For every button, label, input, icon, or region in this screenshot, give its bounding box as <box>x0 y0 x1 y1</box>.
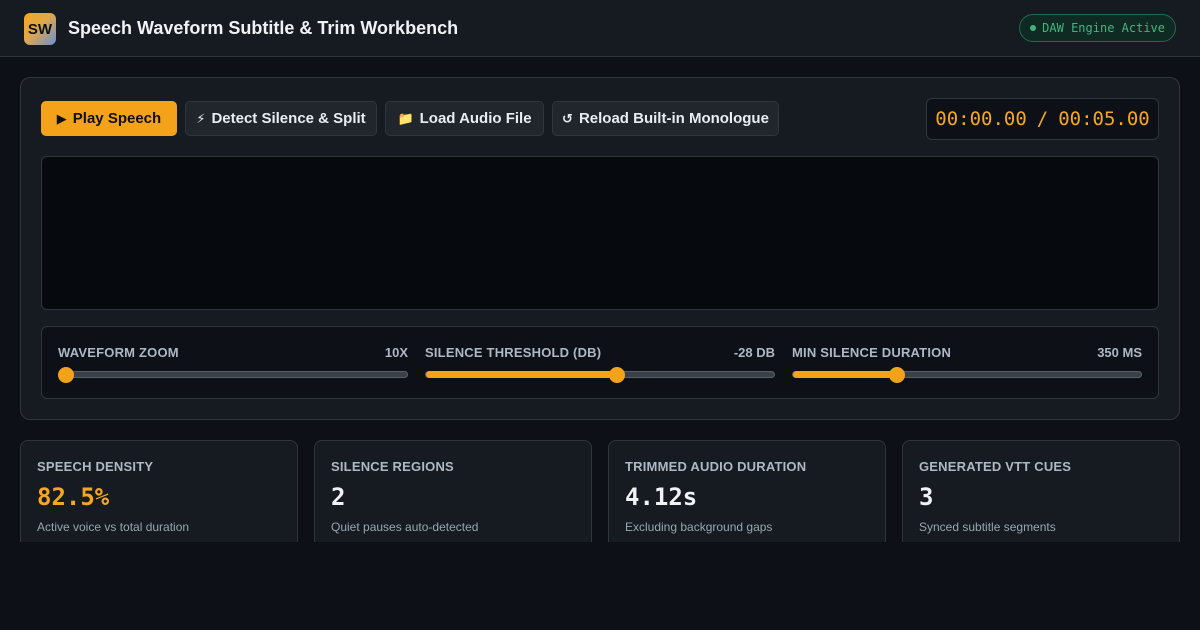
stat-card-speech-density: Speech Density 82.5% Active voice vs tot… <box>20 440 298 550</box>
stat-description: Synced subtitle segments <box>919 520 1056 534</box>
waveform-canvas[interactable] <box>41 156 1159 310</box>
reload-icon: ↺ <box>562 110 573 126</box>
min-silence-duration-control: Min Silence Duration 350 ms <box>792 327 1142 400</box>
stat-label: Speech Density <box>37 459 154 474</box>
min-silence-duration-slider-thumb[interactable] <box>888 367 905 383</box>
waveform-zoom-slider-thumb[interactable] <box>58 367 74 383</box>
engine-status-badge: DAW Engine Active <box>1019 14 1176 42</box>
status-dot-icon <box>1030 25 1037 31</box>
lightning-icon: ⚡ <box>196 110 206 126</box>
silence-threshold-value: -28 dB <box>733 345 775 360</box>
app-header: SW Speech Waveform Subtitle & Trim Workb… <box>0 0 1200 57</box>
load-audio-label: Load Audio File <box>419 110 532 127</box>
reload-monologue-label: Reload Built-in Monologue <box>578 110 769 127</box>
min-silence-duration-label: Min Silence Duration <box>792 345 952 360</box>
page-background <box>0 542 1200 630</box>
play-speech-label: Play Speech <box>72 110 162 127</box>
waveform-controls: Waveform Zoom 10x Silence Threshold (dB)… <box>41 326 1159 399</box>
min-silence-duration-value: 350 ms <box>1097 345 1142 360</box>
reload-monologue-button[interactable]: ↺ Reload Built-in Monologue <box>552 101 779 136</box>
waveform-zoom-label: Waveform Zoom <box>58 345 179 360</box>
silence-threshold-control: Silence Threshold (dB) -28 dB <box>425 327 775 400</box>
waveform-zoom-value: 10x <box>384 345 408 360</box>
editor-panel: ▶ Play Speech ⚡ Detect Silence & Split 📁… <box>20 77 1180 420</box>
total-time: 00:05.00 <box>1058 108 1150 130</box>
stat-description: Excluding background gaps <box>625 520 773 534</box>
stat-card-silence-regions: Silence Regions 2 Quiet pauses auto-dete… <box>314 440 592 550</box>
waveform-zoom-track[interactable] <box>58 371 408 378</box>
play-speech-button[interactable]: ▶ Play Speech <box>41 101 177 136</box>
time-separator: / <box>1036 108 1049 130</box>
stat-description: Quiet pauses auto-detected <box>331 520 479 534</box>
stat-label: Trimmed Audio Duration <box>625 459 807 474</box>
folder-icon: 📁 <box>397 110 414 126</box>
silence-threshold-slider-thumb[interactable] <box>608 367 625 383</box>
detect-silence-button[interactable]: ⚡ Detect Silence & Split <box>185 101 377 136</box>
stat-label: Generated VTT Cues <box>919 459 1072 474</box>
stat-card-vtt-cues: Generated VTT Cues 3 Synced subtitle seg… <box>902 440 1180 550</box>
stat-card-trimmed-duration: Trimmed Audio Duration 4.12s Excluding b… <box>608 440 886 550</box>
stat-value: 4.12s <box>625 483 698 511</box>
engine-status-text: DAW Engine Active <box>1042 21 1165 35</box>
app-title: Speech Waveform Subtitle & Trim Workbenc… <box>68 18 459 38</box>
silence-threshold-track[interactable] <box>425 371 775 378</box>
stat-description: Active voice vs total duration <box>37 520 190 534</box>
detect-silence-label: Detect Silence & Split <box>211 110 366 127</box>
silence-threshold-label: Silence Threshold (dB) <box>425 345 602 360</box>
stat-value: 3 <box>919 483 934 511</box>
load-audio-button[interactable]: 📁 Load Audio File <box>385 101 544 136</box>
min-silence-duration-track[interactable] <box>792 371 1142 378</box>
play-icon: ▶ <box>56 110 67 126</box>
silence-threshold-fill <box>426 371 618 378</box>
min-silence-duration-fill <box>793 371 894 378</box>
stat-value: 82.5% <box>37 483 110 511</box>
current-time: 00:00.00 <box>935 108 1027 130</box>
waveform-zoom-control: Waveform Zoom 10x <box>58 327 408 400</box>
stat-value: 2 <box>331 483 346 511</box>
app-logo: SW <box>24 13 56 45</box>
playback-timer: 00:00.00 / 00:05.00 <box>926 98 1159 140</box>
stat-label: Silence Regions <box>331 459 454 474</box>
